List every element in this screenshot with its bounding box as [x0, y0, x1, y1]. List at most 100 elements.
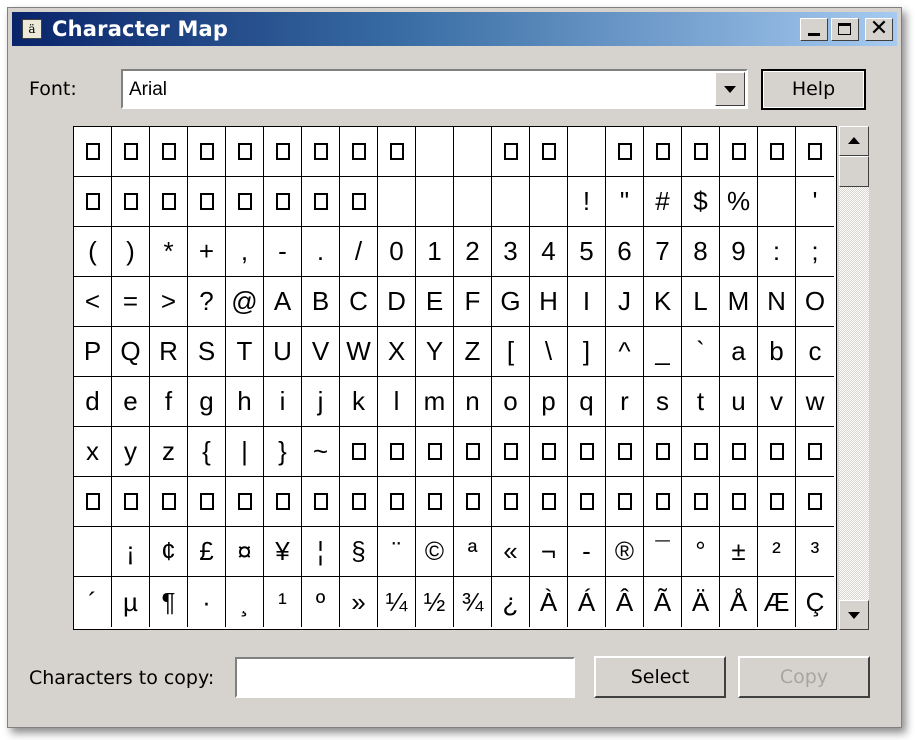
character-cell[interactable]: [682, 127, 720, 177]
character-cell[interactable]: ¼: [378, 577, 416, 627]
character-cell[interactable]: 6: [606, 227, 644, 277]
character-cell[interactable]: ¦: [302, 527, 340, 577]
character-cell[interactable]: [796, 127, 834, 177]
character-cell[interactable]: ¯: [644, 527, 682, 577]
character-cell[interactable]: #: [644, 177, 682, 227]
character-cell[interactable]: ¢: [150, 527, 188, 577]
character-cell[interactable]: +: [188, 227, 226, 277]
character-cell[interactable]: 7: [644, 227, 682, 277]
character-cell[interactable]: %: [720, 177, 758, 227]
character-cell[interactable]: ,: [226, 227, 264, 277]
character-cell[interactable]: ¤: [226, 527, 264, 577]
character-cell[interactable]: «: [492, 527, 530, 577]
character-cell[interactable]: _: [644, 327, 682, 377]
character-cell[interactable]: [378, 127, 416, 177]
character-cell[interactable]: Á: [568, 577, 606, 627]
character-cell[interactable]: [568, 477, 606, 527]
character-cell[interactable]: Â: [606, 577, 644, 627]
character-cell[interactable]: e: [112, 377, 150, 427]
character-cell[interactable]: [378, 177, 416, 227]
character-cell[interactable]: O: [796, 277, 834, 327]
character-cell[interactable]: [682, 427, 720, 477]
character-cell[interactable]: [150, 177, 188, 227]
character-cell[interactable]: [758, 477, 796, 527]
character-cell[interactable]: [416, 477, 454, 527]
character-cell[interactable]: Ã: [644, 577, 682, 627]
character-cell[interactable]: $: [682, 177, 720, 227]
character-cell[interactable]: f: [150, 377, 188, 427]
character-cell[interactable]: F: [454, 277, 492, 327]
character-cell[interactable]: [720, 477, 758, 527]
character-cell[interactable]: U: [264, 327, 302, 377]
character-cell[interactable]: [264, 127, 302, 177]
character-cell[interactable]: -: [568, 527, 606, 577]
character-cell[interactable]: S: [188, 327, 226, 377]
character-cell[interactable]: ¡: [112, 527, 150, 577]
character-cell[interactable]: 9: [720, 227, 758, 277]
character-cell[interactable]: [340, 427, 378, 477]
character-cell[interactable]: X: [378, 327, 416, 377]
character-cell[interactable]: (: [74, 227, 112, 277]
character-cell[interactable]: ?: [188, 277, 226, 327]
character-cell[interactable]: A: [264, 277, 302, 327]
character-cell[interactable]: k: [340, 377, 378, 427]
character-cell[interactable]: ~: [302, 427, 340, 477]
character-cell[interactable]: g: [188, 377, 226, 427]
character-cell[interactable]: Z: [454, 327, 492, 377]
character-cell[interactable]: [302, 177, 340, 227]
character-cell[interactable]: [416, 127, 454, 177]
character-cell[interactable]: [606, 427, 644, 477]
character-cell[interactable]: [454, 477, 492, 527]
character-cell[interactable]: v: [758, 377, 796, 427]
character-cell[interactable]: ): [112, 227, 150, 277]
character-cell[interactable]: ©: [416, 527, 454, 577]
character-cell[interactable]: c: [796, 327, 834, 377]
character-cell[interactable]: i: [264, 377, 302, 427]
character-cell[interactable]: *: [150, 227, 188, 277]
character-cell[interactable]: 2: [454, 227, 492, 277]
character-cell[interactable]: h: [226, 377, 264, 427]
scroll-up-button[interactable]: [839, 126, 869, 156]
character-cell[interactable]: [454, 127, 492, 177]
character-cell[interactable]: E: [416, 277, 454, 327]
font-dropdown[interactable]: Arial: [121, 69, 748, 109]
character-cell[interactable]: 5: [568, 227, 606, 277]
character-cell[interactable]: W: [340, 327, 378, 377]
character-cell[interactable]: R: [150, 327, 188, 377]
character-cell[interactable]: K: [644, 277, 682, 327]
character-cell[interactable]: [720, 127, 758, 177]
character-cell[interactable]: z: [150, 427, 188, 477]
character-cell[interactable]: [530, 127, 568, 177]
character-cell[interactable]: 8: [682, 227, 720, 277]
character-cell[interactable]: }: [264, 427, 302, 477]
character-cell[interactable]: ¬: [530, 527, 568, 577]
vertical-scrollbar[interactable]: [839, 126, 869, 630]
character-cell[interactable]: £: [188, 527, 226, 577]
character-cell[interactable]: n: [454, 377, 492, 427]
character-cell[interactable]: I: [568, 277, 606, 327]
character-cell[interactable]: V: [302, 327, 340, 377]
character-cell[interactable]: ¹: [264, 577, 302, 627]
character-cell[interactable]: §: [340, 527, 378, 577]
font-dropdown-button[interactable]: [715, 72, 745, 106]
character-cell[interactable]: [758, 127, 796, 177]
character-cell[interactable]: [188, 177, 226, 227]
character-cell[interactable]: [758, 177, 796, 227]
character-cell[interactable]: °: [682, 527, 720, 577]
character-cell[interactable]: a: [720, 327, 758, 377]
character-cell[interactable]: [188, 127, 226, 177]
character-cell[interactable]: |: [226, 427, 264, 477]
character-cell[interactable]: ±: [720, 527, 758, 577]
character-cell[interactable]: [644, 127, 682, 177]
character-cell[interactable]: b: [758, 327, 796, 377]
character-cell[interactable]: <: [74, 277, 112, 327]
character-cell[interactable]: x: [74, 427, 112, 477]
character-cell[interactable]: w: [796, 377, 834, 427]
scroll-down-button[interactable]: [839, 600, 869, 630]
character-cell[interactable]: [150, 127, 188, 177]
character-cell[interactable]: ¿: [492, 577, 530, 627]
character-cell[interactable]: 1: [416, 227, 454, 277]
character-cell[interactable]: [530, 477, 568, 527]
character-cell[interactable]: >: [150, 277, 188, 327]
character-cell[interactable]: @: [226, 277, 264, 327]
